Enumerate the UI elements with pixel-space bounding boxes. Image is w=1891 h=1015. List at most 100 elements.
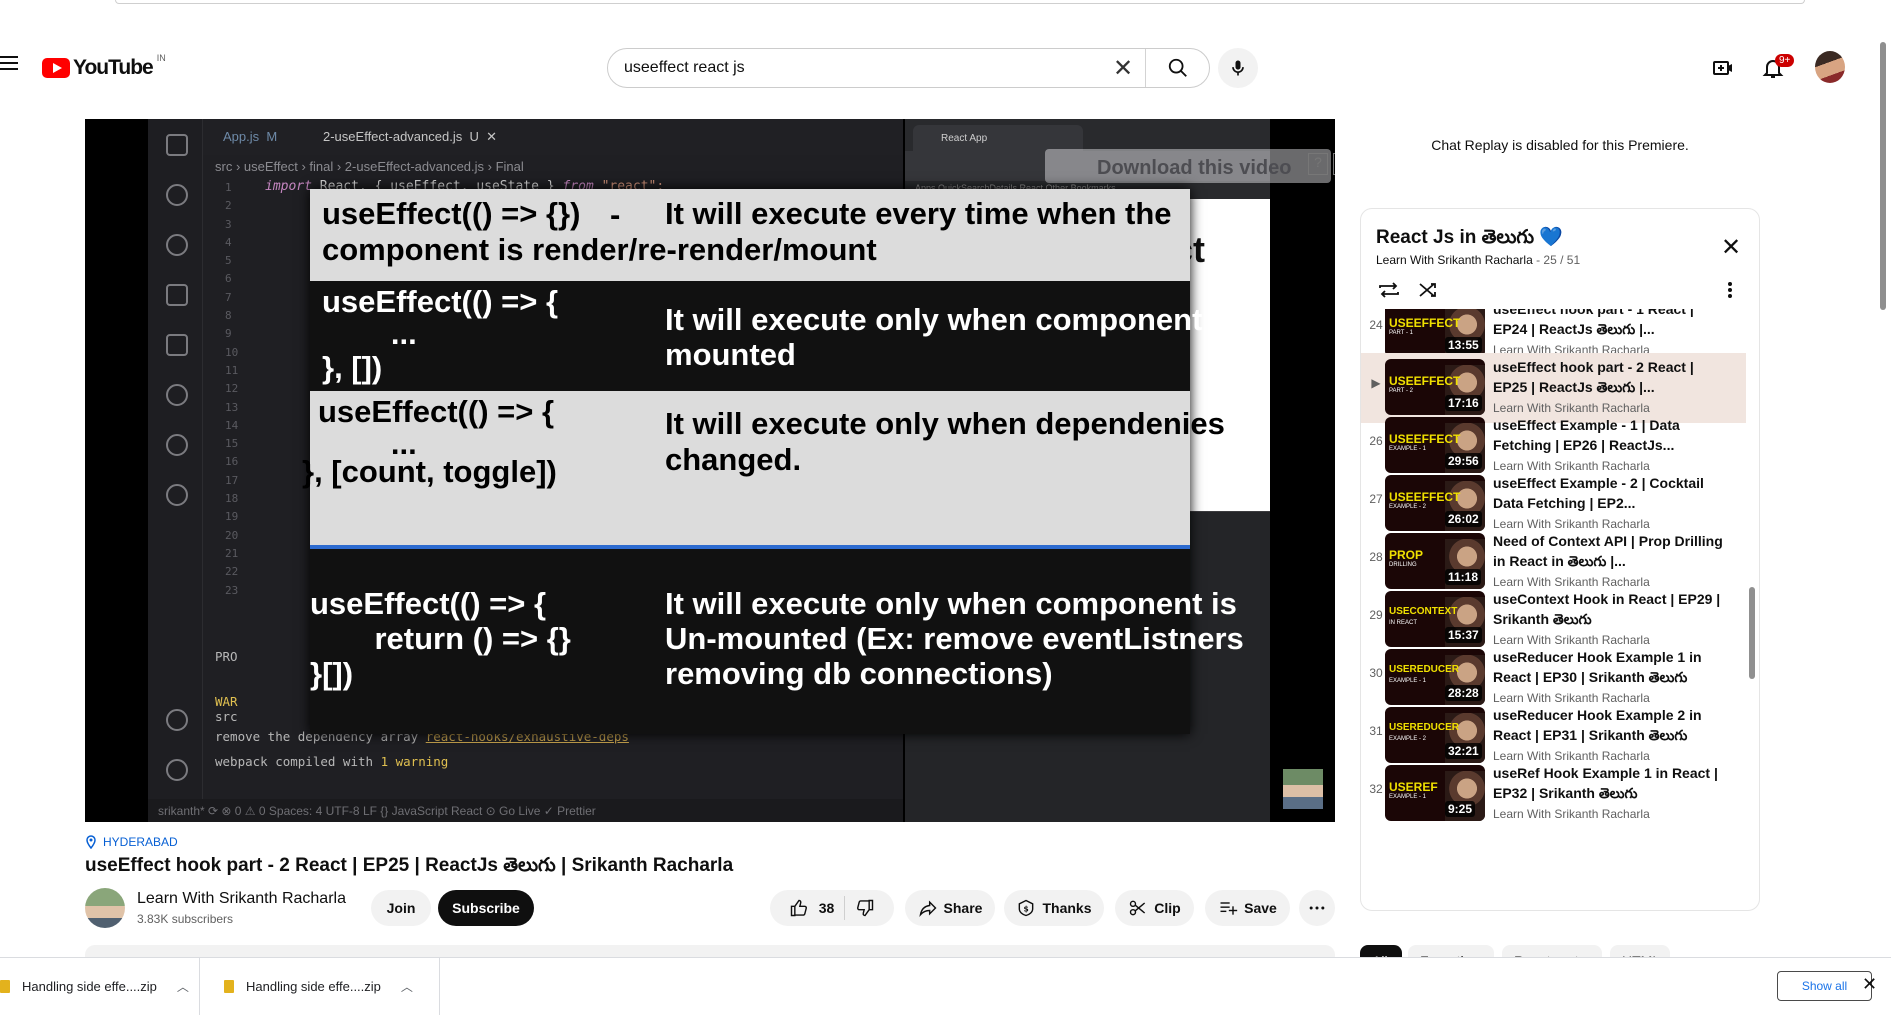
playlist-video-title[interactable]: useContext Hook in React | EP29 | Srikan… <box>1493 589 1728 629</box>
save-playlist-icon <box>1220 902 1238 915</box>
slide-desc: changed. <box>665 442 802 477</box>
loop-icon <box>1379 282 1399 298</box>
terminal-line-compiled: webpack compiled with 1 warning <box>215 754 449 769</box>
thumbs-up-icon[interactable] <box>789 898 809 918</box>
line-number: 6 <box>225 272 232 286</box>
playlist-video-title[interactable]: useEffect Example - 2 | Cocktail Data Fe… <box>1493 473 1728 513</box>
chevron-up-icon[interactable]: ︿ <box>401 978 413 995</box>
slide-code: }, [count, toggle]) <box>302 454 557 489</box>
playlist-more-icon[interactable] <box>1727 281 1733 304</box>
subscribe-button[interactable]: Subscribe <box>438 890 534 926</box>
video-title: useEffect hook part - 2 React | EP25 | R… <box>85 855 734 876</box>
explorer-icon <box>166 134 188 156</box>
thumbnail-title: USEREF <box>1389 780 1438 794</box>
debug-icon <box>166 284 188 306</box>
video-player[interactable]: App.js M 2-useEffect-advanced.js U ✕ src… <box>85 119 1335 822</box>
clip-button[interactable]: Clip <box>1115 890 1194 926</box>
source-control-icon <box>166 234 188 256</box>
line-number: 16 <box>225 455 239 469</box>
playlist-video-title[interactable]: useEffect Example - 1 | Data Fetching | … <box>1493 415 1728 455</box>
help-icon[interactable]: ? <box>1308 153 1328 175</box>
chevron-up-icon[interactable]: ︿ <box>177 978 189 995</box>
zip-file-icon <box>0 980 10 993</box>
line-number: 21 <box>225 546 239 560</box>
close-downloads-icon[interactable]: ✕ <box>1862 974 1877 995</box>
show-all-downloads-button[interactable]: Show all <box>1777 971 1872 1001</box>
slide-code: }, []) <box>322 350 383 385</box>
slide-code: }[]) <box>310 656 354 691</box>
playlist-channel[interactable]: Learn With Srikanth Racharla <box>1376 253 1533 267</box>
playlist-video-channel[interactable]: Learn With Srikanth Racharla <box>1493 807 1650 821</box>
playlist-title[interactable]: React Js in తెలుగు 💙 <box>1376 225 1563 253</box>
channel-avatar[interactable] <box>85 888 125 928</box>
playlist-video-title[interactable]: useReducer Hook Example 1 in React | EP3… <box>1493 647 1728 687</box>
video-duration: 17:16 <box>1445 395 1482 411</box>
line-number: 2 <box>225 199 232 213</box>
settings-gear-icon <box>166 759 188 781</box>
playlist-video-title[interactable]: useReducer Hook Example 2 in React | EP3… <box>1493 705 1728 745</box>
thanks-button[interactable]: $ Thanks <box>1004 890 1104 926</box>
line-number: 12 <box>225 382 239 396</box>
slide: useEffect(() => {}) - It will execute ev… <box>302 189 1244 734</box>
page-scrollbar[interactable] <box>1880 42 1886 310</box>
more-actions-button[interactable] <box>1299 890 1335 926</box>
masthead: YouTube IN ✕ 9+ <box>0 38 1891 98</box>
browser-top-strip <box>115 0 1805 4</box>
docker-icon <box>166 384 188 406</box>
video-duration: 11:18 <box>1445 569 1482 585</box>
vscode-breadcrumb: src › useEffect › final › 2-useEffect-ad… <box>215 159 524 174</box>
line-number: 5 <box>225 254 232 268</box>
close-overlay-icon[interactable]: ✕ <box>1333 153 1335 175</box>
chat-replay-notice: Chat Replay is disabled for this Premier… <box>1431 137 1689 153</box>
playlist-scrollbar[interactable] <box>1749 587 1755 679</box>
loop-playlist-button[interactable] <box>1377 279 1401 306</box>
thumbnail-title: USEEFFECT <box>1389 374 1461 388</box>
slide-code: return () => {} <box>340 621 571 656</box>
youtube-logo[interactable]: YouTube IN <box>42 53 166 80</box>
line-number: 13 <box>225 400 239 414</box>
notifications-button[interactable]: 9+ <box>1753 48 1795 88</box>
slide-desc: mounted <box>665 337 796 372</box>
like-dislike-group: 38 <box>770 890 894 926</box>
download-video-text: Download this video <box>1097 157 1292 179</box>
channel-name[interactable]: Learn With Srikanth Racharla <box>137 890 346 908</box>
like-count[interactable]: 38 <box>819 900 835 916</box>
location-tag[interactable]: HYDERABAD <box>85 835 178 849</box>
description-box[interactable] <box>85 945 1335 957</box>
thumbnail-title: USEEFFECT <box>1389 490 1461 504</box>
slide-row-3: useEffect(() => { ... }, [count, toggle]… <box>302 391 1225 545</box>
playlist-video-title[interactable]: useRef Hook Example 1 in React | EP32 | … <box>1493 763 1728 803</box>
clip-label: Clip <box>1154 900 1181 916</box>
zip-file-icon <box>224 980 234 993</box>
playlist-item[interactable]: 32 USEREF EXAMPLE - 1 9:25 useRef Hook Examp… <box>1361 759 1746 829</box>
search-button[interactable] <box>1145 49 1209 87</box>
download-item[interactable]: Handling side effe....zip ︿ <box>208 958 440 1015</box>
notification-badge: 9+ <box>1775 54 1795 67</box>
create-video-icon <box>1713 61 1732 75</box>
voice-search-button[interactable] <box>1218 48 1258 88</box>
close-playlist-icon[interactable]: ✕ <box>1721 233 1741 262</box>
save-button[interactable]: Save <box>1205 890 1290 926</box>
clear-search-icon[interactable]: ✕ <box>1101 49 1145 87</box>
join-button[interactable]: Join <box>371 890 431 926</box>
download-item[interactable]: Handling side effe....zip ︿ <box>0 958 200 1015</box>
playlist-video-title[interactable]: useEffect hook part - 2 React | EP25 | R… <box>1493 357 1728 397</box>
thumbnail-subtitle: PART - 2 <box>1389 388 1414 394</box>
slide-row-1: useEffect(() => {}) - It will execute ev… <box>310 189 1190 281</box>
playlist-video-title[interactable]: useEffect hook part - 1 React | EP24 | R… <box>1493 309 1728 339</box>
share-button[interactable]: Share <box>905 890 995 926</box>
search-input[interactable] <box>608 59 1101 77</box>
account-avatar[interactable] <box>1815 51 1845 83</box>
create-button[interactable] <box>1703 48 1743 88</box>
line-number: 3 <box>225 217 232 231</box>
playlist-video-title[interactable]: Need of Context API | Prop Drilling in R… <box>1493 531 1728 571</box>
vscode-status-bar: srikanth* ⟳ ⊗ 0 ⚠ 0 Spaces: 4 UTF-8 LF {… <box>148 799 903 822</box>
search-icon <box>1168 58 1187 77</box>
thumbnail-subtitle: EXAMPLE - 1 <box>1389 678 1427 684</box>
playlist-subtitle: Learn With Srikanth Racharla - 25 / 51 <box>1376 253 1580 267</box>
thumbs-down-icon[interactable] <box>855 898 875 918</box>
shuffle-playlist-button[interactable] <box>1417 279 1441 306</box>
line-number: 4 <box>225 235 232 249</box>
line-number: 1 <box>225 181 232 194</box>
menu-icon[interactable] <box>0 56 18 70</box>
